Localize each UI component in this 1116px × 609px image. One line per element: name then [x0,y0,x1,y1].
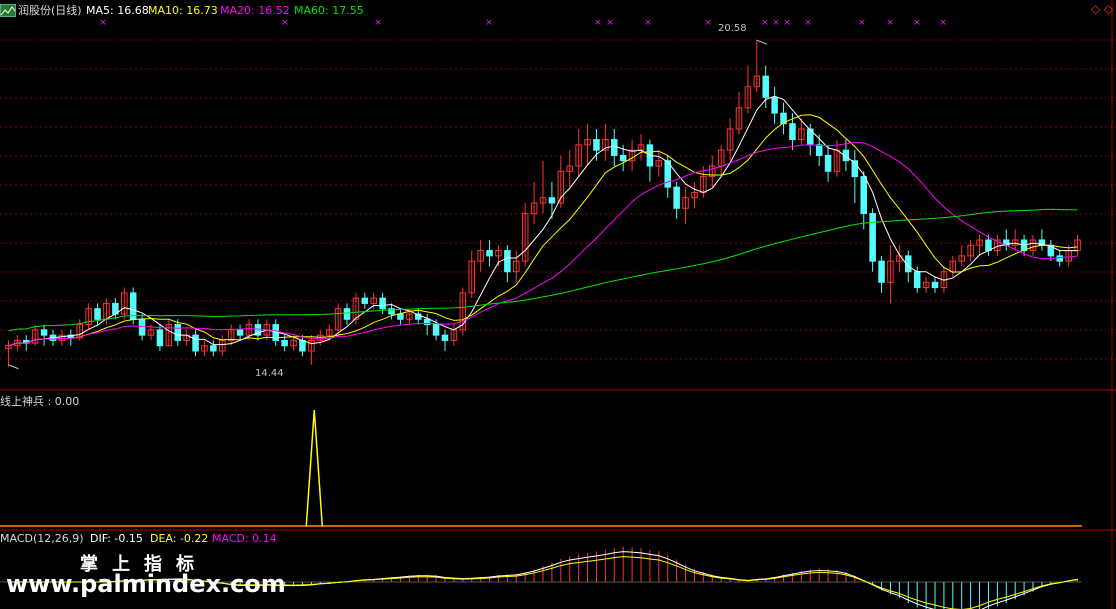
candle-body [673,186,680,209]
candle-body [504,250,511,273]
low-pointer [8,364,19,370]
signal-x-mark: × [374,18,382,28]
candles [5,40,1081,367]
signal-x-mark: × [783,18,791,28]
macd-name: MACD(12,26,9) [0,532,84,545]
candle-body [913,271,921,289]
signal-x-mark: × [644,18,652,28]
indicator-label: 线上神兵 : 0.00 [0,395,80,408]
ma60-value: MA60: 17.55 [294,4,364,17]
candle-body [789,123,796,141]
ma10-value: MA10: 16.73 [148,4,218,17]
ma5-value: MA5: 16.68 [86,4,149,17]
signal-x-mark: × [761,18,769,28]
candle-body [281,339,288,347]
chart-title: 润股份(日线) [18,4,82,17]
high-pointer [756,39,768,45]
diamond-icon[interactable]: ◇ [1091,3,1100,16]
candle-body [815,144,823,156]
signal-x-mark: × [704,18,712,28]
candle-body [236,329,244,336]
ma5-line [8,95,1078,347]
candle-body [771,96,778,114]
candle-body [619,154,627,162]
app-icon [0,3,17,20]
macd-dea: DEA: -0.22 [150,532,209,545]
candle-body [931,281,939,289]
indicator-panel [0,409,1082,527]
candle-body [156,329,164,347]
candle-body [441,334,449,341]
macd-value: MACD: 0.14 [212,532,277,545]
candle-body [824,154,832,172]
candle-body [762,75,769,98]
signal-marks: × × × × × × × × × × × × × × × × [99,18,947,28]
candle-body [878,260,885,283]
candlestick-chart: × × × × × × × × × × × × × × × × [0,0,1116,609]
signal-x-mark: × [913,18,921,28]
candle-body [432,324,440,336]
candle-body [192,334,199,352]
low-price-label: 14.44 [255,368,284,379]
candle-body [1056,255,1063,262]
candle-body [379,297,386,310]
candle-body [343,308,351,320]
candle-body [985,239,992,252]
candle-body [860,176,867,215]
candle-body [397,313,404,320]
signal-x-mark: × [594,18,602,28]
candle-body [138,318,146,336]
signal-x-mark: × [804,18,812,28]
signal-x-mark: × [606,18,614,28]
signal-x-mark: × [485,18,493,28]
high-price-label: 20.58 [718,23,747,34]
candle-body [593,139,600,151]
signal-x-mark: × [858,18,866,28]
indicator-spike [305,409,324,527]
candle-body [611,139,618,156]
price-grid [0,0,1116,609]
candle-body [548,197,556,204]
signal-x-mark: × [772,18,780,28]
candle-body [299,339,306,352]
candle-body [40,329,48,336]
ma20-value: MA20: 16.52 [220,4,290,17]
candle-body [486,250,493,257]
candle-body [94,308,101,320]
signal-x-mark: × [939,18,947,28]
signal-x-mark: × [99,18,107,28]
candle-body [869,213,876,262]
candle-body [174,324,181,341]
signal-x-mark: × [886,18,894,28]
candle-body [361,297,369,304]
signal-x-mark: × [281,18,289,28]
watermark-url: www.palmindex.com [6,570,286,598]
diamond-icon[interactable]: ◇ [1104,3,1113,16]
candle-body [210,345,217,352]
macd-dif: DIF: -0.15 [90,532,143,545]
ma10-line [8,114,1078,347]
